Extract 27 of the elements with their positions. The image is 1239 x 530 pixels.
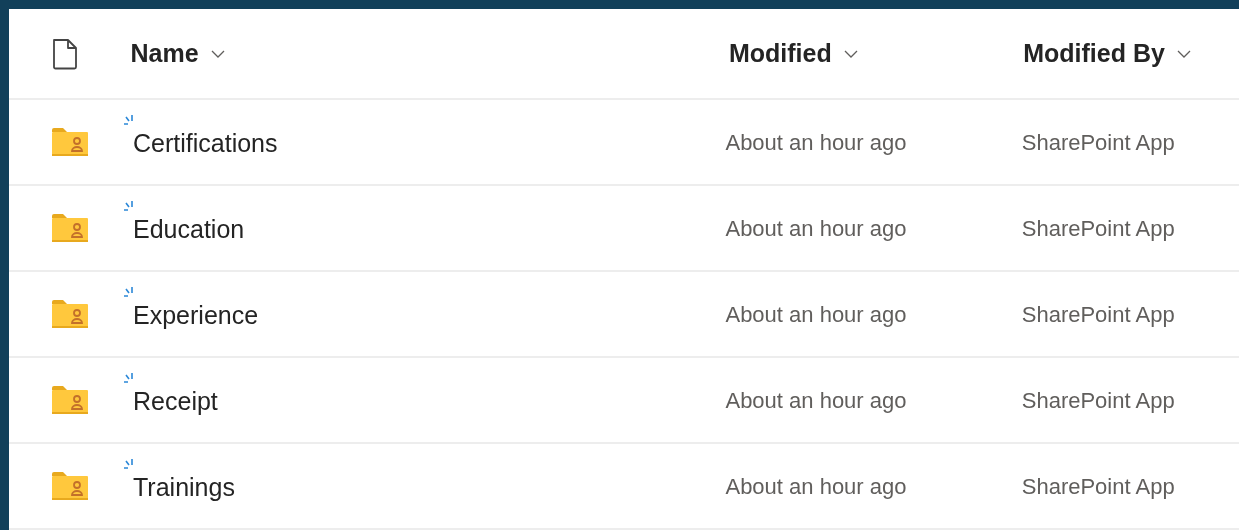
column-header[interactable]: Name <box>130 34 225 73</box>
chevron-down-icon <box>843 49 858 58</box>
folder-name-link[interactable]: Experience <box>133 297 259 335</box>
modified-by-text: SharePoint App <box>1021 129 1175 155</box>
folder-name-link[interactable]: Education <box>133 211 245 249</box>
column-header[interactable]: Modified <box>728 34 858 73</box>
modified-text: About an hour ago <box>725 129 907 155</box>
shared-folder-icon <box>52 300 88 328</box>
column-header[interactable]: Modified By <box>1023 34 1191 73</box>
folder-name-link[interactable]: Certifications <box>133 125 278 163</box>
shared-folder-icon <box>52 472 88 500</box>
modified-by-text: SharePoint App <box>1021 301 1175 327</box>
shared-folder-icon <box>52 128 88 156</box>
modified-by-text: SharePoint App <box>1021 215 1175 241</box>
modified-text: About an hour ago <box>725 215 907 241</box>
modified-text: About an hour ago <box>725 473 907 499</box>
shared-folder-icon <box>52 214 88 242</box>
folder-name-link[interactable]: Receipt <box>133 383 218 421</box>
file-icon <box>52 37 78 70</box>
modified-text: About an hour ago <box>725 387 907 413</box>
modified-by-text: SharePoint App <box>1021 473 1175 499</box>
folder-name-link[interactable]: Trainings <box>133 469 235 507</box>
shared-folder-icon <box>52 386 88 414</box>
modified-by-text: SharePoint App <box>1021 387 1175 413</box>
chevron-down-icon <box>1176 49 1191 58</box>
modified-text: About an hour ago <box>725 301 907 327</box>
chevron-down-icon <box>210 49 225 58</box>
